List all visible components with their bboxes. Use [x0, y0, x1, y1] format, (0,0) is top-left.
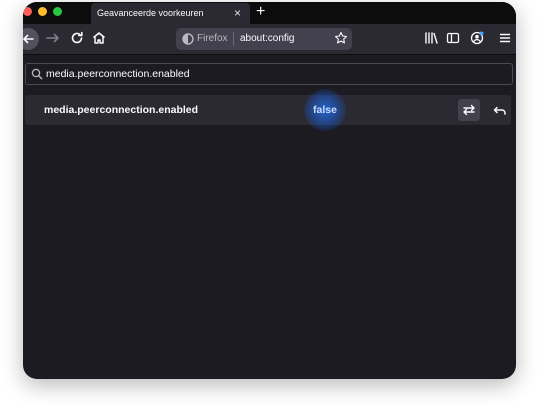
preference-value[interactable]: false	[313, 104, 337, 116]
home-button[interactable]	[89, 28, 109, 48]
reload-button[interactable]	[67, 28, 87, 48]
bookmark-star-icon[interactable]	[334, 31, 348, 45]
screenshot: Geavanceerde voorkeuren × + Firefox abou…	[0, 0, 542, 404]
library-icon	[425, 32, 438, 44]
menu-icon	[499, 33, 511, 43]
identity-label: Firefox	[197, 33, 228, 44]
tab-title: Geavanceerde voorkeuren	[97, 8, 204, 18]
zoom-window-button[interactable]	[53, 7, 62, 16]
reload-icon	[71, 31, 83, 44]
sidebar-button[interactable]	[443, 28, 463, 48]
tab-strip: Geavanceerde voorkeuren × +	[23, 2, 516, 24]
back-icon	[23, 34, 34, 44]
toggle-button[interactable]	[458, 99, 480, 121]
navigation-toolbar: Firefox about:config	[23, 24, 516, 55]
close-window-button[interactable]	[23, 7, 32, 16]
reset-icon	[493, 106, 506, 115]
account-button[interactable]	[467, 28, 487, 48]
menu-button[interactable]	[495, 28, 515, 48]
reset-button[interactable]	[489, 99, 511, 121]
preference-search-box[interactable]: media.peerconnection.enabled	[25, 63, 513, 85]
account-icon	[470, 31, 484, 45]
new-tab-button[interactable]: +	[256, 2, 265, 22]
sidebar-icon	[446, 32, 460, 44]
tab-close-icon[interactable]: ×	[234, 6, 241, 20]
search-icon	[31, 68, 43, 80]
minimize-window-button[interactable]	[38, 7, 47, 16]
url-separator	[233, 32, 234, 46]
home-icon	[93, 32, 105, 44]
url-bar[interactable]: Firefox about:config	[176, 28, 352, 50]
url-text[interactable]: about:config	[240, 33, 295, 44]
preference-name: media.peerconnection.enabled	[44, 104, 199, 116]
browser-window: Geavanceerde voorkeuren × + Firefox abou…	[23, 2, 516, 379]
preference-row: media.peerconnection.enabled false	[25, 89, 511, 131]
forward-button[interactable]	[43, 28, 63, 48]
search-input[interactable]: media.peerconnection.enabled	[46, 68, 190, 80]
toggle-icon	[463, 104, 475, 116]
back-button[interactable]	[23, 28, 39, 50]
firefox-icon	[182, 33, 194, 45]
tab-advanced-preferences[interactable]: Geavanceerde voorkeuren ×	[91, 3, 250, 24]
library-button[interactable]	[421, 28, 441, 48]
forward-icon	[46, 33, 59, 43]
